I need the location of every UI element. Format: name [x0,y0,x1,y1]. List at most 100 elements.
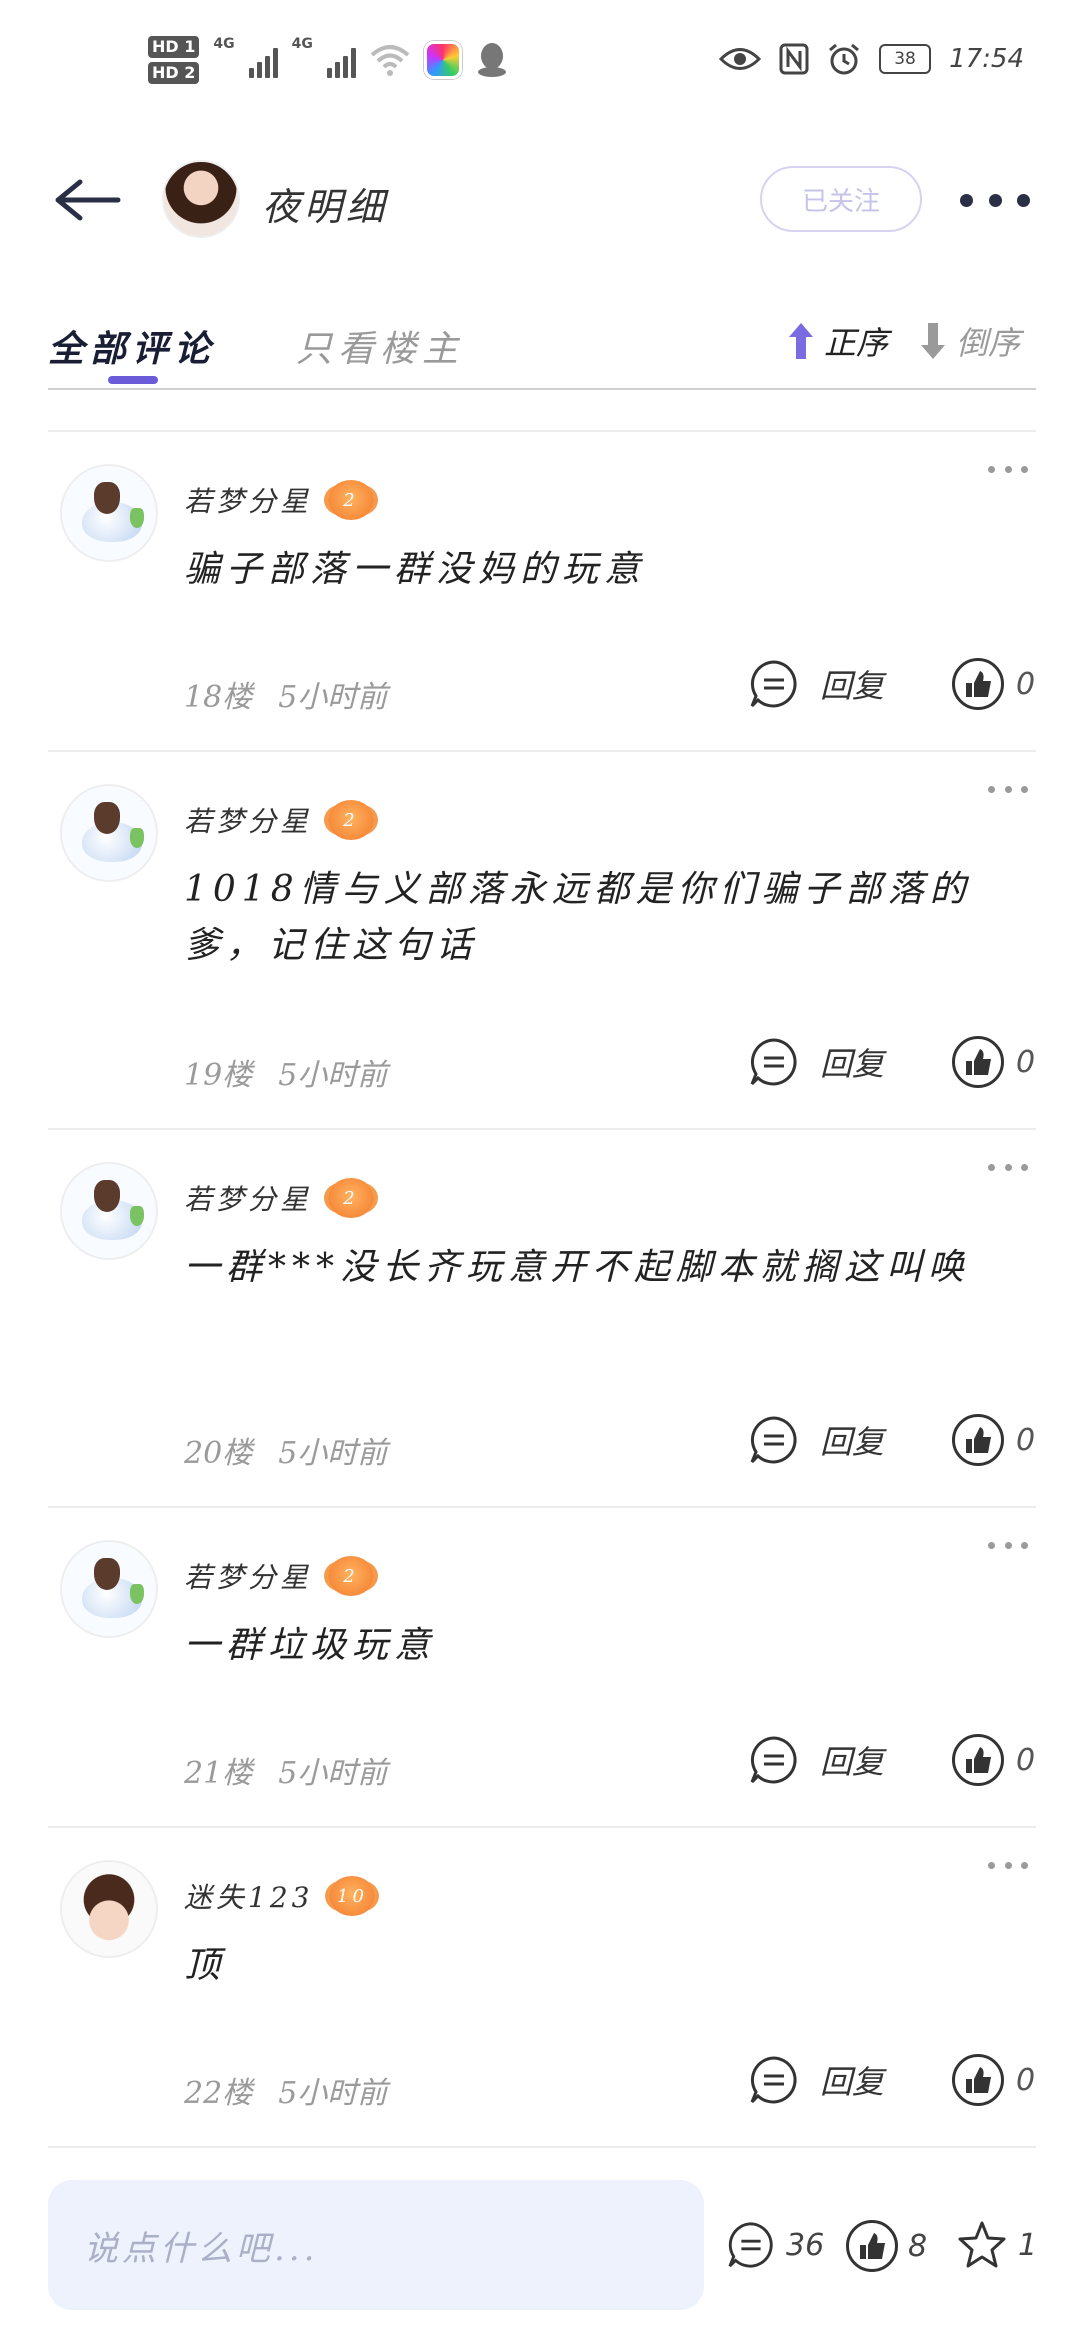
username[interactable]: 若梦分星 [184,480,312,520]
reply-button[interactable]: 回复 [748,2054,884,2106]
user-avatar[interactable] [60,1540,158,1638]
post-like-count: 8 [908,2228,928,2264]
username[interactable]: 若梦分星 [184,800,312,840]
reply-button[interactable]: 回复 [748,1414,884,1466]
comment-more-icon[interactable] [988,1542,1028,1549]
thumbs-up-icon [952,1734,1004,1786]
reply-button[interactable]: 回复 [748,1734,884,1786]
like-button[interactable]: 0 [952,1036,1035,1088]
comment-item: 若梦分星 2 一群垃圾玩意 21楼 5小时前 回复 0 [48,1508,1036,1828]
comment-item: 若梦分星 2 骗子部落一群没妈的玩意 18楼 5小时前 回复 0 [48,432,1036,752]
follow-button[interactable]: 已关注 [760,166,922,232]
comment-time: 5小时前 [278,1436,388,1471]
floor-number: 20楼 [184,1436,253,1471]
qq-icon [477,43,506,77]
comment-text: 顶 [184,1945,227,1986]
reply-label: 回复 [820,2063,885,2101]
like-count: 0 [1016,1422,1036,1458]
sort-descending-button[interactable]: 倒序 [918,318,1020,364]
post-like-button[interactable]: 8 [846,2220,927,2272]
comment-bubble-icon [750,1038,797,1086]
level-badge: 2 [328,1178,375,1218]
reply-button[interactable]: 回复 [748,1036,884,1088]
username[interactable]: 若梦分星 [184,1178,312,1218]
like-button[interactable]: 0 [952,1414,1035,1466]
like-button[interactable]: 0 [952,658,1035,710]
previous-comment-partial [48,392,1036,432]
comment-time: 5小时前 [278,2076,388,2111]
active-tab-indicator [108,376,158,384]
network-type-2: 4G [291,36,313,52]
comment-time: 5小时前 [278,680,388,715]
user-avatar[interactable] [60,464,158,562]
app-notification-icon [423,41,462,79]
username[interactable]: 若梦分星 [184,1556,312,1596]
comment-item: 迷失123 10 顶 22楼 5小时前 回复 0 [48,1828,1036,2148]
comment-text: 骗子部落一群没妈的玩意 [184,549,647,590]
sort-ascending-label: 正序 [824,324,889,362]
username[interactable]: 迷失123 [184,1876,313,1916]
like-count: 0 [1016,1044,1036,1080]
alarm-icon [829,43,860,75]
sort-ascending-button[interactable]: 正序 [786,318,888,364]
author-avatar[interactable] [162,160,240,238]
status-bar: HD 1 HD 2 4G 4G 38 17:54 [0,0,1080,130]
comment-bubble-icon [750,1736,797,1784]
level-badge: 10 [329,1876,376,1916]
like-count: 0 [1016,666,1036,702]
clock: 17:54 [949,44,1024,74]
like-count: 0 [1016,1742,1036,1778]
comment-item: 若梦分星 2 1018情与义部落永远都是你们骗子部落的爹，记住这句话 19楼 5小时… [48,752,1036,1130]
comment-time: 5小时前 [278,1058,388,1093]
comment-item: 若梦分星 2 一群***没长齐玩意开不起脚本就搁这叫唤 20楼 5小时前 回复 0 [48,1130,1036,1508]
thumbs-up-icon [952,2054,1004,2106]
user-avatar[interactable] [60,1162,158,1260]
back-arrow-icon[interactable] [52,178,122,222]
star-icon [958,2221,1006,2268]
floor-number: 21楼 [184,1756,253,1791]
thumbs-up-icon [952,1414,1004,1466]
comment-more-icon[interactable] [988,1862,1028,1869]
reply-label: 回复 [820,1423,885,1461]
level-badge: 2 [328,480,375,520]
more-options-icon[interactable] [960,178,1030,222]
sim-indicators: HD 1 HD 2 [148,36,200,84]
thumbs-up-icon [952,658,1004,710]
comment-text: 一群垃圾玩意 [184,1625,437,1666]
comment-input[interactable]: 说点什么吧... [48,2180,704,2310]
tab-owner-only[interactable]: 只看楼主 [296,320,464,372]
thumbs-up-icon [846,2220,898,2272]
like-button[interactable]: 0 [952,2054,1035,2106]
comment-more-icon[interactable] [988,1164,1028,1171]
favorite-count: 1 [1018,2227,1038,2263]
wifi-icon [370,45,410,76]
sim2-badge: HD 2 [148,62,200,84]
comment-bubble-icon [750,2056,797,2104]
thumbs-up-icon [952,1036,1004,1088]
battery-icon: 38 [879,44,932,74]
comment-text: 1018情与义部落永远都是你们骗子部落的爹，记住这句话 [184,869,972,966]
sort-descending-label: 倒序 [956,324,1021,362]
eye-icon [719,48,762,70]
favorite-button[interactable]: 1 [956,2220,1037,2270]
author-nickname[interactable]: 夜明细 [262,176,388,231]
floor-number: 19楼 [184,1058,253,1093]
network-type-1: 4G [213,36,235,52]
user-avatar[interactable] [60,1860,158,1958]
comment-more-icon[interactable] [988,786,1028,793]
comment-bubble-icon [750,660,797,708]
user-avatar[interactable] [60,784,158,882]
reply-button[interactable]: 回复 [748,658,884,710]
comment-bubble-icon [750,1416,797,1464]
signal-icon [248,42,278,78]
like-button[interactable]: 0 [952,1734,1035,1786]
like-count: 0 [1016,2062,1036,2098]
level-badge: 2 [328,1556,375,1596]
tab-all-comments[interactable]: 全部评论 [48,320,216,372]
floor-number: 22楼 [184,2076,253,2111]
reply-label: 回复 [820,1045,885,1083]
reply-label: 回复 [820,667,885,705]
comments-count-button[interactable]: 36 [726,2220,824,2270]
comment-more-icon[interactable] [988,466,1028,473]
signal-icon-2 [326,42,356,78]
